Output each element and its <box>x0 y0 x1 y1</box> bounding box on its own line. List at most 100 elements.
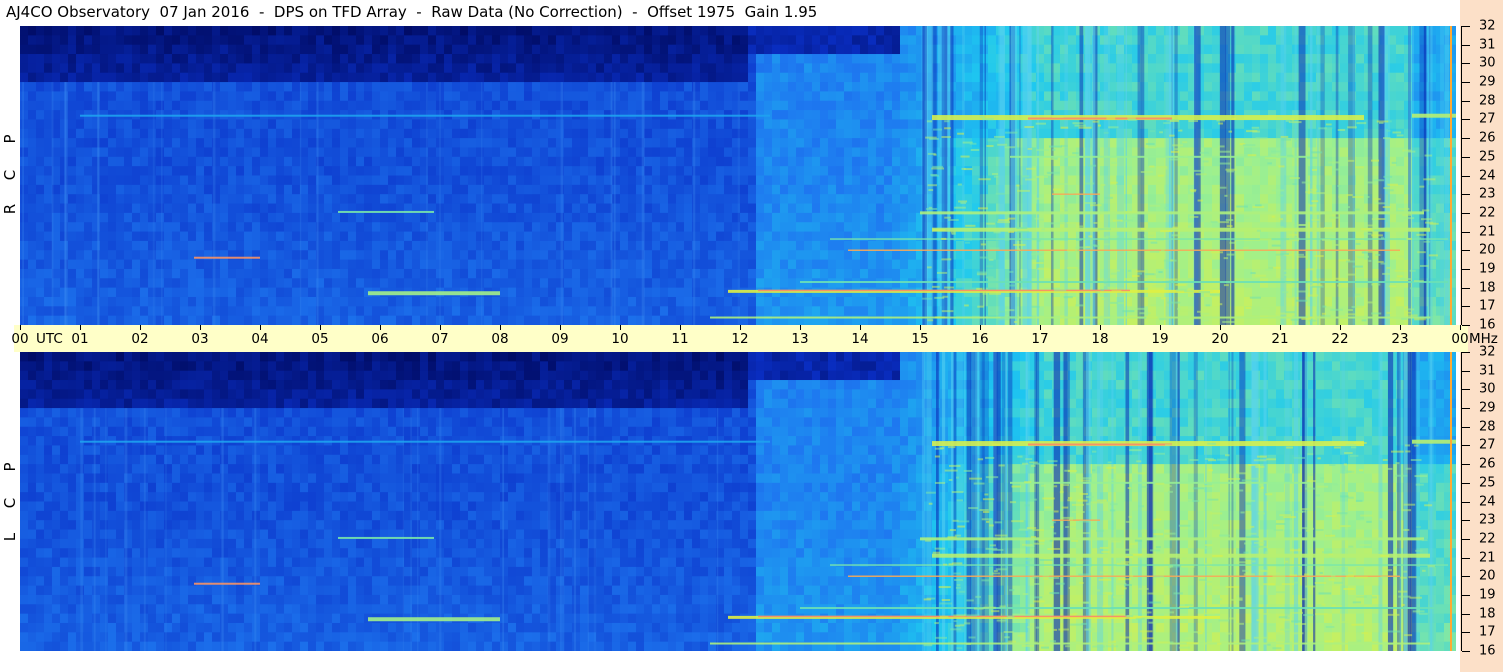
spectrogram-cell <box>84 194 93 205</box>
spectrogram-cell <box>644 119 653 130</box>
spectrogram-cell <box>244 315 253 325</box>
spectrogram-cell <box>1124 184 1133 195</box>
spectrogram-cell <box>452 147 461 158</box>
spectrogram-cell <box>124 44 133 55</box>
spectrogram-cell <box>764 278 773 289</box>
spectrogram-cell <box>268 194 277 205</box>
spectrogram-cell <box>628 250 637 261</box>
spectrogram-cell <box>772 35 781 46</box>
spectrogram-cell <box>500 287 509 298</box>
spectrogram-cell <box>76 259 85 270</box>
spectrogram-cell <box>868 119 877 130</box>
spectrogram-cell <box>964 306 973 317</box>
spectrogram-cell <box>36 287 45 298</box>
spectrogram-cell <box>676 203 685 214</box>
spectrogram-cell <box>884 212 893 223</box>
spectrogram-cell <box>868 175 877 186</box>
spectrogram-cell <box>332 296 341 307</box>
spectrogram-cell <box>164 166 173 176</box>
spectrogram-cell <box>36 156 45 167</box>
spectrogram-cell <box>156 203 165 214</box>
spectrogram-cell <box>116 91 125 102</box>
spectrogram-cell <box>580 147 589 158</box>
spectrogram-cell <box>204 175 213 186</box>
spectrogram-cell <box>1148 306 1157 317</box>
spectrogram-cell <box>836 194 845 205</box>
spectrogram-cell <box>596 212 605 223</box>
spectrogram-cell <box>268 259 277 270</box>
spectrogram-cell <box>540 156 549 167</box>
spectrogram-cell <box>84 72 93 83</box>
spectrogram-cell <box>836 296 845 307</box>
spectrogram-cell <box>468 72 477 83</box>
spectrogram-cell <box>1252 306 1261 317</box>
spectrogram-cell <box>508 82 517 92</box>
spectrogram-cell <box>412 268 421 279</box>
spectrogram-cell <box>164 287 173 298</box>
spectrogram-cell <box>836 259 845 270</box>
spectrogram-cell <box>684 231 693 242</box>
spectrogram-cell <box>340 250 349 261</box>
spectrogram-cell <box>388 296 397 307</box>
spectrogram-cell <box>556 72 565 83</box>
spectrogram-cell <box>292 296 301 307</box>
spectrogram-cell <box>300 278 309 289</box>
spectrogram-cell <box>788 240 797 251</box>
spectrogram-cell <box>380 156 389 167</box>
spectrogram-cell <box>172 222 181 233</box>
spectrogram-cell <box>372 296 381 307</box>
spectrogram-cell <box>556 203 565 214</box>
spectrogram-cell <box>340 82 349 92</box>
spectrogram-cell <box>108 119 117 130</box>
spectrogram-cell <box>20 119 29 130</box>
spectrogram-cell <box>860 268 869 279</box>
spectrogram-cell <box>132 119 141 130</box>
spectrogram-cell <box>892 138 901 148</box>
spectrogram-cell <box>556 278 565 289</box>
spectrogram-cell <box>804 175 813 186</box>
spectrogram-cell <box>452 35 461 46</box>
spectrogram-cell <box>1180 100 1189 111</box>
spectrogram-cell <box>860 26 869 36</box>
spectrogram-cell <box>92 63 101 74</box>
spectrogram-cell <box>884 119 893 130</box>
spectrogram-cell <box>652 250 661 261</box>
spectrogram-cell <box>92 44 101 55</box>
spectrogram-cell <box>868 63 877 74</box>
spectrogram-cell <box>100 212 109 223</box>
spectrogram-cell <box>172 212 181 223</box>
spectrogram-cell <box>140 175 149 186</box>
spectrogram-cell <box>516 194 525 205</box>
spectrogram-cell <box>660 35 669 46</box>
spectrogram-cell <box>364 296 373 307</box>
spectrogram-cell <box>708 184 717 195</box>
spectrogram-cell <box>836 222 845 233</box>
spectrogram-cell <box>812 138 821 148</box>
spectrogram-cell <box>132 222 141 233</box>
spectrogram-cell <box>884 44 893 55</box>
spectrogram-cell <box>292 222 301 233</box>
spectrogram-cell <box>724 203 733 214</box>
spectrogram-cell <box>876 278 885 289</box>
spectrogram-cell <box>476 203 485 214</box>
spectrogram-cell <box>204 306 213 317</box>
spectrogram-cell <box>596 203 605 214</box>
spectrogram-cell <box>412 128 421 139</box>
spectrogram-cell <box>180 35 189 46</box>
spectrogram-cell <box>628 268 637 279</box>
spectrogram-cell <box>372 306 381 317</box>
spectrogram-cell <box>740 175 749 186</box>
spectrogram-cell <box>676 156 685 167</box>
spectrogram-cell <box>612 278 621 289</box>
spectrogram-cell <box>292 166 301 176</box>
spectrogram-cell <box>828 222 837 233</box>
spectrogram-cell <box>44 259 53 270</box>
spectrogram-cell <box>132 240 141 251</box>
spectrogram-cell <box>28 259 37 270</box>
spectrogram-cell <box>820 194 829 205</box>
spectrogram-cell <box>324 250 333 261</box>
spectrogram-cell <box>308 100 317 111</box>
spectrogram-cell <box>716 119 725 130</box>
spectrogram-cell <box>748 147 757 158</box>
spectrogram-cell <box>292 54 301 64</box>
